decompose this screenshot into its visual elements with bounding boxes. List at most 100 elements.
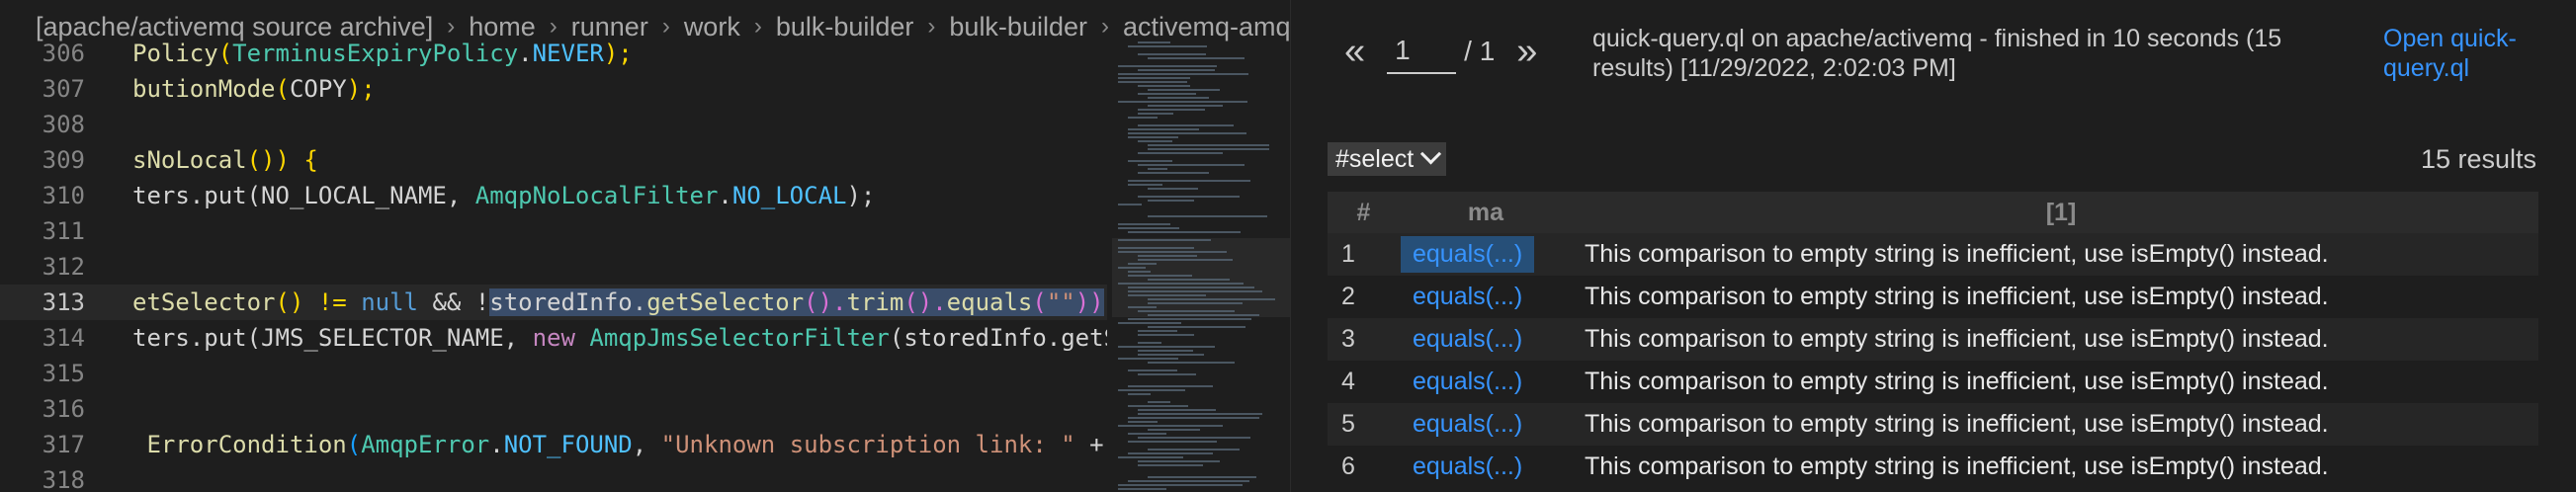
minimap-line (1118, 247, 1194, 249)
minimap-line (1138, 93, 1196, 95)
breadcrumb-item[interactable]: [apache/activemq source archive] (36, 12, 433, 42)
code-line[interactable]: 314 ters.put(JMS_SELECTOR_NAME, new AmqpJ… (0, 320, 1107, 356)
minimap-line (1118, 389, 1185, 391)
code-line[interactable]: 307 butionMode(COPY); (0, 71, 1107, 107)
page-number-input[interactable] (1387, 29, 1457, 74)
code-line[interactable]: 316 (0, 391, 1107, 427)
table-row[interactable]: 5 equals(...) This comparison to empty s… (1328, 403, 2538, 446)
code-token: equals (946, 288, 1033, 316)
result-set-dropdown[interactable]: #select (1328, 142, 1447, 176)
minimap-line (1118, 346, 1215, 348)
code-line[interactable]: 311 (0, 213, 1107, 249)
row-number: 4 (1328, 361, 1401, 403)
minimap-line (1148, 298, 1275, 300)
minimap-slider[interactable] (1112, 238, 1290, 317)
chevron-right-icon: › (1100, 13, 1109, 40)
minimap-line (1118, 81, 1187, 83)
code-line[interactable]: 308 (0, 107, 1107, 142)
minimap-line (1148, 188, 1198, 190)
minimap-line (1138, 113, 1173, 115)
minimap-line (1128, 231, 1241, 233)
minimap-line (1138, 53, 1206, 55)
table-row[interactable]: 4 equals(...) This comparison to empty s… (1328, 361, 2538, 403)
code-token: "Unknown subscription link: " (660, 431, 1075, 458)
result-message: This comparison to empty string is ineff… (1571, 403, 2538, 446)
code-editor[interactable]: 306 Policy(TerminusExpiryPolicy.NEVER); 3… (0, 0, 1290, 492)
minimap-line (1148, 401, 1170, 403)
minimap-line (1118, 484, 1243, 486)
minimap-line (1118, 251, 1227, 253)
result-location-link[interactable]: equals(...) (1401, 406, 1534, 443)
table-header-row: # ma [1] (1328, 192, 2538, 233)
minimap-line (1138, 409, 1216, 411)
minimap-line (1128, 421, 1158, 423)
previous-page-button[interactable]: « (1344, 31, 1365, 73)
code-line[interactable]: 310 ters.put(NO_LOCAL_NAME, AmqpNoLocalFi… (0, 178, 1107, 213)
table-row[interactable]: 3 equals(...) This comparison to empty s… (1328, 318, 2538, 361)
result-message: This comparison to empty string is ineff… (1571, 276, 2538, 318)
code-line[interactable]: 317 ErrorCondition(AmqpError.NOT_FOUND, … (0, 427, 1107, 462)
code-token: AmqpError (361, 431, 490, 458)
line-number: 315 (42, 360, 85, 387)
code-token: COPY (289, 75, 347, 103)
selected-text[interactable]: storedInfo.getSelector().trim().equals("… (489, 288, 1104, 316)
code-token: butionMode (132, 75, 276, 103)
code-token: ); (846, 182, 876, 209)
result-location-link[interactable]: equals(...) (1401, 279, 1534, 315)
result-message: This comparison to empty string is ineff… (1571, 318, 2538, 361)
code-line[interactable]: 309 sNoLocal()) { (0, 142, 1107, 178)
breadcrumb-item[interactable]: home (469, 12, 536, 42)
minimap-line (1138, 140, 1172, 142)
next-page-button[interactable]: » (1516, 31, 1537, 73)
minimap-line (1148, 326, 1245, 328)
column-header-ma[interactable]: ma (1401, 192, 1571, 233)
code-token: . (718, 182, 732, 209)
column-header-message[interactable]: [1] (1571, 192, 2538, 233)
open-query-link[interactable]: Open quick-query.ql (2383, 24, 2561, 83)
breadcrumb-item[interactable]: work (684, 12, 740, 42)
code-token: ErrorCondition (132, 431, 347, 458)
code-token: etSelector (132, 288, 276, 316)
code-line[interactable]: 312 (0, 249, 1107, 285)
breadcrumb-item[interactable]: activemq-amq (1123, 12, 1290, 42)
code-token: (). (804, 288, 847, 316)
minimap-line (1128, 417, 1259, 419)
minimap[interactable] (1112, 36, 1290, 492)
breadcrumb-item[interactable]: runner (571, 12, 648, 42)
column-header-number[interactable]: # (1328, 192, 1401, 233)
minimap-line (1118, 227, 1179, 229)
minimap-line (1138, 342, 1161, 344)
code-token: )) (1074, 288, 1104, 316)
breadcrumb-item[interactable]: bulk-builder (949, 12, 1087, 42)
minimap-line (1138, 124, 1234, 126)
code-token: , (632, 431, 661, 458)
minimap-line (1128, 369, 1177, 371)
code-token: . (632, 288, 647, 316)
result-location-link[interactable]: equals(...) (1401, 364, 1534, 400)
result-location-link[interactable]: equals(...) (1401, 236, 1535, 273)
result-location-link[interactable]: equals(...) (1401, 449, 1534, 485)
code-token: null (361, 288, 418, 316)
minimap-line (1128, 385, 1213, 387)
query-status-text: quick-query.ql on apache/activemq - fini… (1592, 25, 2282, 82)
code-area[interactable]: 306 Policy(TerminusExpiryPolicy.NEVER); 3… (0, 36, 1107, 492)
code-token: NOT_FOUND (503, 431, 633, 458)
minimap-line (1128, 263, 1157, 265)
code-token: ( (275, 75, 290, 103)
minimap-line (1138, 334, 1194, 336)
minimap-line (1148, 215, 1267, 217)
minimap-line (1138, 255, 1197, 257)
minimap-line (1138, 164, 1245, 166)
table-row[interactable]: 6 equals(...) This comparison to empty s… (1328, 446, 2538, 488)
code-line[interactable]: 315 (0, 356, 1107, 391)
code-line[interactable]: 318 (0, 462, 1107, 492)
minimap-line (1138, 373, 1196, 375)
minimap-line (1118, 267, 1146, 269)
table-row[interactable]: 2 equals(...) This comparison to empty s… (1328, 276, 2538, 318)
result-location-link[interactable]: equals(...) (1401, 321, 1534, 358)
breadcrumb-item[interactable]: bulk-builder (776, 12, 914, 42)
table-row[interactable]: 1 equals(...) This comparison to empty s… (1328, 233, 2538, 276)
result-count: 15 results (2420, 144, 2536, 174)
line-number: 317 (42, 431, 85, 458)
code-line-current[interactable]: 313 etSelector() != null && !storedInfo.g… (0, 285, 1107, 320)
